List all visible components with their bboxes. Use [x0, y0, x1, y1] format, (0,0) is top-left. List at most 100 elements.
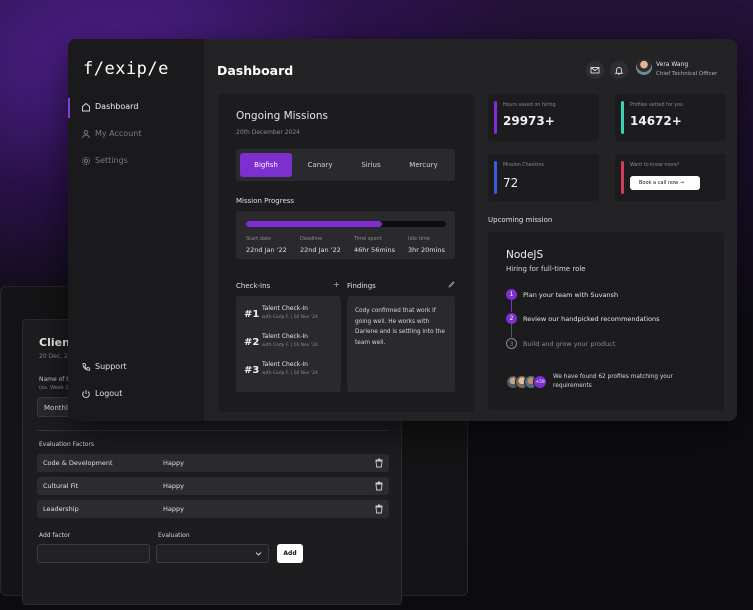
mail-icon [590, 67, 600, 74]
accent-bar [494, 101, 497, 134]
stat-value: 14672+ [630, 114, 682, 128]
stat-card-know-more: Want to know more? Book a call now → [615, 154, 726, 201]
add-checkin-button[interactable]: + [333, 280, 340, 289]
evaluation-row: Cultural Fit Happy [37, 477, 389, 495]
stat-card-profiles-vetted: Profiles vetted for you 14672+ [615, 94, 726, 141]
checkin-title: Talent Check-In [262, 333, 308, 340]
step-item: 2 Review our handpicked recommendations [506, 313, 706, 325]
list-item[interactable]: #1 Talent Check-In with Cody F. | 16 Nov… [244, 305, 339, 329]
phone-icon [82, 363, 91, 371]
sidebar-item-label: Settings [95, 156, 128, 165]
factor-name: Leadership [43, 505, 79, 513]
mission-tabs: Bigfish Canary Sirius Mercury [236, 149, 455, 181]
sidebar-item-support[interactable]: Support [68, 360, 204, 376]
step-connector [511, 324, 512, 337]
divider [37, 430, 389, 431]
upcoming-title: NodeJS [506, 249, 544, 261]
factor-value: Happy [163, 505, 184, 513]
stat-label: Deadline [300, 236, 323, 242]
sidebar-item-label: Support [95, 362, 127, 371]
stat-label: Hours saved on hiring [503, 103, 556, 108]
sidebar-item-settings[interactable]: Settings [68, 154, 204, 170]
findings-panel: Cody confirmed that work if going well. … [347, 296, 455, 392]
tab-canary[interactable]: Canary [294, 153, 346, 177]
user-name: Vera Wang [656, 61, 689, 68]
tab-sirius[interactable]: Sirius [346, 153, 396, 177]
name-hint: (ex. Week 1 [39, 385, 69, 391]
sidebar-item-dashboard[interactable]: Dashboard [68, 98, 204, 118]
trash-icon[interactable] [373, 480, 385, 492]
checkins-label: Check-Ins [236, 282, 271, 290]
notifications-button[interactable] [610, 61, 628, 79]
tab-mercury[interactable]: Mercury [396, 153, 451, 177]
upcoming-mission-card: NodeJS Hiring for full-time role 1 Plan … [488, 232, 724, 410]
trash-icon[interactable] [373, 457, 385, 469]
list-item[interactable]: #3 Talent Check-In with Cody F. | 16 Nov… [244, 361, 339, 385]
add-button[interactable]: Add [277, 544, 303, 563]
accent-bar [621, 101, 624, 134]
list-item[interactable]: #2 Talent Check-In with Cody F. | 16 Nov… [244, 333, 339, 357]
checkin-meta: with Cody F. | 16 Nov '24 [262, 343, 318, 348]
form-date: 20 Dec, 2 [39, 353, 68, 360]
checkin-title: Talent Check-In [262, 305, 308, 312]
more-profiles-badge: +59 [533, 375, 547, 389]
evaluation-label: Evaluation [158, 532, 190, 539]
avatar[interactable] [636, 59, 652, 75]
add-factor-label: Add factor [39, 532, 71, 539]
evaluation-select[interactable] [156, 544, 269, 563]
sidebar-item-label: Dashboard [95, 102, 139, 111]
evaluation-factors-heading: Evaluation Factors [39, 441, 95, 448]
ongoing-missions-card: Ongoing Missions 20th December 2024 Bigf… [218, 94, 474, 412]
checkin-number: #2 [244, 337, 260, 348]
add-factor-input[interactable] [37, 544, 150, 563]
stat-value: 29973+ [503, 114, 555, 128]
upcoming-mission-label: Upcoming mission [488, 216, 553, 224]
evaluation-row: Code & Development Happy [37, 454, 389, 472]
user-role: Chief Technical Officer [656, 71, 718, 77]
step-item: 3 Build and grow your product [506, 338, 706, 350]
stat-label: Idle time [408, 236, 430, 242]
step-number: 2 [506, 313, 517, 324]
checkins-list: #1 Talent Check-In with Cody F. | 16 Nov… [236, 296, 341, 392]
checkin-number: #3 [244, 365, 260, 376]
progress-track [246, 221, 446, 227]
stat-label: Want to know more? [630, 163, 680, 168]
findings-text: Cody confirmed that work if going well. … [355, 308, 445, 346]
stat-card-mission-checkins: Mission Checkins 72 [488, 154, 599, 201]
stat-label: Start date [246, 236, 272, 242]
sidebar-item-label: Logout [95, 389, 123, 398]
sidebar-item-my-account[interactable]: My Account [68, 127, 204, 143]
factor-name: Cultural Fit [43, 482, 79, 490]
tab-bigfish[interactable]: Bigfish [240, 153, 292, 177]
main-content: Dashboard Vera Wang Chief Technical Offi… [204, 39, 737, 421]
mission-progress: Start date 22nd Jan '22 Deadline 22nd Ja… [236, 211, 455, 259]
mail-button[interactable] [586, 61, 604, 79]
stat-value: 46hr 56mins [354, 246, 396, 254]
upcoming-subtitle: Hiring for full-time role [506, 265, 586, 273]
sidebar-item-label: My Account [95, 129, 142, 138]
stat-label: Profiles vetted for you [630, 103, 683, 108]
book-call-button[interactable]: Book a call now → [630, 176, 700, 190]
missions-title: Ongoing Missions [236, 110, 328, 122]
evaluation-row: Leadership Happy [37, 500, 389, 518]
bell-icon [614, 67, 624, 75]
stat-card-hours-saved: Hours saved on hiring 29973+ [488, 94, 599, 141]
power-icon [82, 390, 90, 398]
checkin-meta: with Cody F. | 16 Nov '24 [262, 315, 318, 320]
stat-value: 72 [503, 176, 519, 190]
profile-avatars: +59 [506, 375, 556, 389]
factor-value: Happy [163, 459, 184, 467]
stat-label: Mission Checkins [503, 163, 544, 168]
checkin-number: #1 [244, 309, 260, 320]
factor-value: Happy [163, 482, 184, 490]
sidebar-item-logout[interactable]: Logout [68, 387, 204, 403]
step-connector [511, 300, 512, 312]
checkin-title: Talent Check-In [262, 361, 308, 368]
step-text: Build and grow your product [523, 340, 616, 348]
accent-bar [494, 161, 497, 194]
mission-progress-label: Mission Progress [236, 197, 295, 205]
edit-icon[interactable] [448, 281, 455, 288]
page-title: Dashboard [217, 63, 294, 78]
trash-icon[interactable] [373, 503, 385, 515]
step-item: 1 Plan your team with Suvansh [506, 289, 706, 301]
